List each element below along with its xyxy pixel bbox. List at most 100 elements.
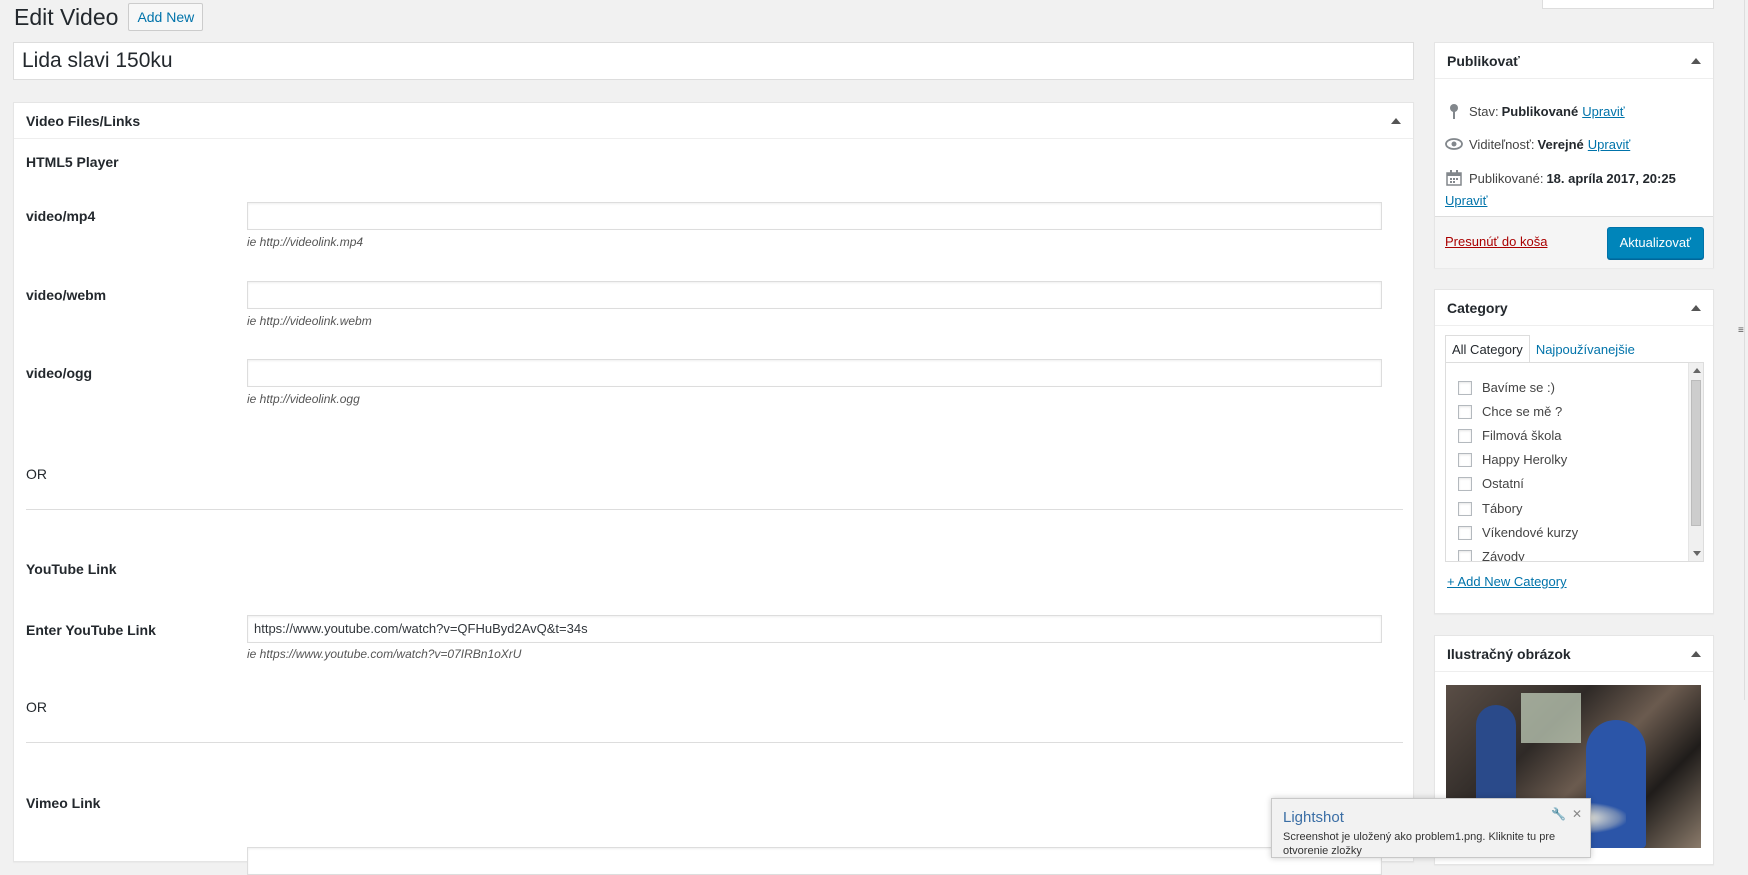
video-files-box: Video Files/Links HTML5 Player video/mp4… xyxy=(13,102,1414,875)
category-box: Category All Category Najpoužívanejšie B… xyxy=(1434,289,1714,614)
category-item[interactable]: Chce se mě ? xyxy=(1458,404,1562,419)
ogg-label: video/ogg xyxy=(26,365,93,381)
category-item-label: Ostatní xyxy=(1482,476,1524,491)
category-scrollbar[interactable] xyxy=(1688,363,1703,561)
checkbox[interactable] xyxy=(1458,404,1472,419)
checkbox[interactable] xyxy=(1458,380,1472,395)
status-value: Publikované xyxy=(1501,103,1579,119)
youtube-section-title: YouTube Link xyxy=(26,561,117,577)
webm-input[interactable] xyxy=(247,281,1382,309)
collapse-arrow-icon[interactable] xyxy=(1691,57,1701,64)
status-label: Stav: xyxy=(1469,103,1499,119)
collapse-arrow-icon[interactable] xyxy=(1691,304,1701,311)
or-separator-label: OR xyxy=(26,466,47,482)
status-edit-link[interactable]: Upraviť xyxy=(1582,104,1624,119)
checkbox[interactable] xyxy=(1458,549,1472,561)
section-divider xyxy=(26,509,1403,510)
category-item-label: Chce se mě ? xyxy=(1482,404,1563,419)
eye-icon xyxy=(1445,135,1463,153)
visibility-edit-link[interactable]: Upraviť xyxy=(1588,137,1630,152)
visibility-label: Viditeľnosť: xyxy=(1469,136,1535,152)
toast-controls: 🔧 ✕ xyxy=(1551,807,1582,821)
page-title: Edit Video xyxy=(14,4,119,30)
toast-title: Lightshot xyxy=(1283,809,1344,826)
tab-all-category[interactable]: All Category xyxy=(1445,335,1530,364)
pin-icon xyxy=(1445,102,1463,120)
category-item[interactable]: Ostatní xyxy=(1458,476,1524,491)
checkbox[interactable] xyxy=(1458,525,1472,540)
tab-most-used[interactable]: Najpoužívanejšie xyxy=(1530,336,1641,363)
webm-label: video/webm xyxy=(26,287,107,303)
category-item[interactable]: Víkendové kurzy xyxy=(1458,525,1578,540)
scrollbar-thumb[interactable] xyxy=(1691,380,1701,526)
calendar-icon xyxy=(1445,169,1463,187)
mp4-label: video/mp4 xyxy=(26,208,96,224)
photo-window xyxy=(1521,693,1581,743)
category-item-label: Víkendové kurzy xyxy=(1482,525,1579,540)
collapse-arrow-icon[interactable] xyxy=(1691,650,1701,657)
collapse-arrow-icon[interactable] xyxy=(1391,117,1401,124)
featured-image-box-title: Ilustračný obrázok xyxy=(1447,645,1571,662)
published-date-row: Publikované: 18. apríla 2017, 20:25 xyxy=(1445,169,1676,187)
publish-box: Publikovať Stav: Publikované Upraviť Vid… xyxy=(1434,42,1714,268)
category-box-title: Category xyxy=(1447,299,1508,316)
ogg-hint: ie http://videolink.ogg xyxy=(247,392,360,406)
category-item[interactable]: Závody xyxy=(1458,549,1525,562)
category-item-label: Tábory xyxy=(1482,501,1523,516)
youtube-hint: ie https://www.youtube.com/watch?v=07IRB… xyxy=(247,647,522,661)
category-item-label: Happy Herolky xyxy=(1482,452,1568,467)
ogg-input[interactable] xyxy=(247,359,1382,387)
published-label: Publikované: xyxy=(1469,170,1544,186)
publish-box-header[interactable]: Publikovať xyxy=(1435,43,1713,79)
mp4-input[interactable] xyxy=(247,202,1382,230)
visibility-row: Viditeľnosť: Verejné Upraviť xyxy=(1445,135,1630,153)
add-new-category-link[interactable]: + Add New Category xyxy=(1447,574,1567,589)
category-item[interactable]: Tábory xyxy=(1458,501,1522,516)
update-button[interactable]: Aktualizovať xyxy=(1606,227,1704,259)
or-separator-label: OR xyxy=(26,699,47,715)
youtube-input[interactable]: https://www.youtube.com/watch?v=QFHuByd2… xyxy=(247,615,1382,643)
screen-options-tab[interactable] xyxy=(1542,0,1714,9)
lightshot-notification[interactable]: Lightshot 🔧 ✕ Screenshot je uložený ako … xyxy=(1271,798,1591,858)
resize-grip-icon[interactable]: ≡ xyxy=(1738,326,1746,336)
add-new-button[interactable]: Add New xyxy=(128,3,204,31)
checkbox[interactable] xyxy=(1458,501,1472,516)
youtube-label: Enter YouTube Link xyxy=(26,622,156,638)
category-item-label: Filmová škola xyxy=(1482,428,1562,443)
visibility-value: Verejné xyxy=(1537,136,1584,152)
window-right-edge xyxy=(1735,0,1748,854)
category-item[interactable]: Filmová škola xyxy=(1458,428,1561,443)
category-checklist: Bavíme se :) Chce se mě ? Filmová škola … xyxy=(1445,362,1704,562)
close-icon[interactable]: ✕ xyxy=(1572,807,1582,821)
post-title-input[interactable]: Lida slavi 150ku xyxy=(13,42,1414,80)
section-divider xyxy=(26,742,1403,743)
publish-actions: Presunúť do koša Aktualizovať xyxy=(1435,216,1713,268)
webm-hint: ie http://videolink.webm xyxy=(247,314,372,328)
checkbox[interactable] xyxy=(1458,452,1472,467)
mp4-hint: ie http://videolink.mp4 xyxy=(247,235,364,249)
category-item-label: Závody xyxy=(1482,549,1525,562)
move-to-trash-link[interactable]: Presunúť do koša xyxy=(1445,234,1547,249)
video-files-box-title: Video Files/Links xyxy=(26,112,141,129)
page-header: Edit Video Add New xyxy=(14,0,204,34)
divider-line xyxy=(1744,0,1745,700)
category-box-header[interactable]: Category xyxy=(1435,290,1713,326)
vimeo-input[interactable] xyxy=(247,847,1382,875)
published-edit-link[interactable]: Upraviť xyxy=(1445,193,1487,208)
video-files-box-header[interactable]: Video Files/Links xyxy=(14,103,1413,139)
vimeo-section-title: Vimeo Link xyxy=(26,795,101,811)
html5-section-title: HTML5 Player xyxy=(26,154,119,170)
wrench-icon[interactable]: 🔧 xyxy=(1551,807,1566,821)
publish-box-title: Publikovať xyxy=(1447,52,1520,69)
category-tabs: All Category Najpoužívanejšie xyxy=(1445,334,1641,364)
checkbox[interactable] xyxy=(1458,428,1472,443)
scroll-up-icon[interactable] xyxy=(1693,368,1701,373)
checkbox[interactable] xyxy=(1458,476,1472,491)
published-value: 18. apríla 2017, 20:25 xyxy=(1546,170,1676,186)
category-item-label: Bavíme se :) xyxy=(1482,380,1555,395)
scroll-down-icon[interactable] xyxy=(1693,551,1701,556)
status-row: Stav: Publikované Upraviť xyxy=(1445,102,1625,120)
featured-image-box-header[interactable]: Ilustračný obrázok xyxy=(1435,636,1713,672)
category-item[interactable]: Happy Herolky xyxy=(1458,452,1567,467)
category-item[interactable]: Bavíme se :) xyxy=(1458,380,1555,395)
